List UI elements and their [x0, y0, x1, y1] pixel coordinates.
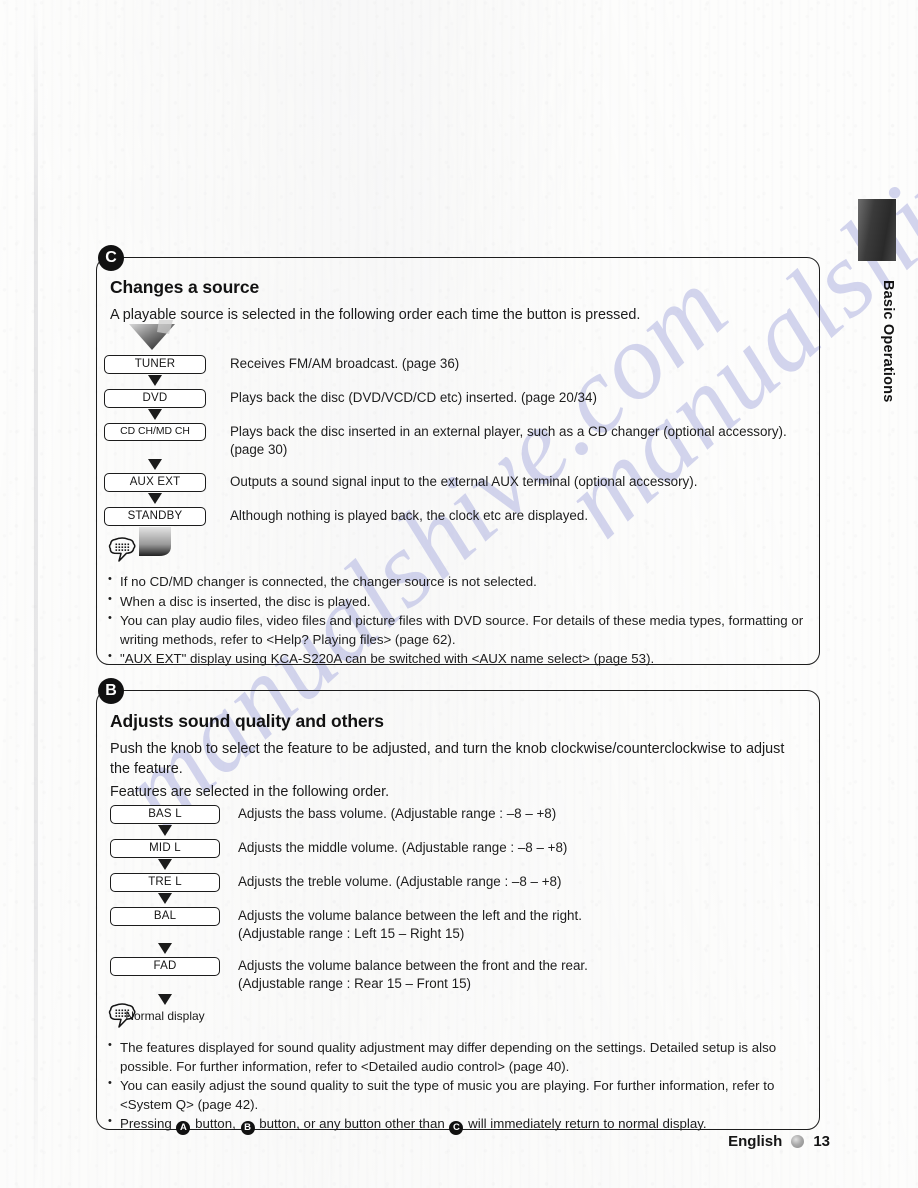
- note-item: If no CD/MD changer is connected, the ch…: [108, 572, 808, 592]
- flow-row: TRE L Adjusts the treble volume. (Adjust…: [110, 873, 588, 892]
- flow-desc-bal: Adjusts the volume balance between the l…: [238, 908, 582, 941]
- flow-desc-dvd: Plays back the disc (DVD/VCD/CD etc) ins…: [230, 390, 597, 405]
- note-bubble-icon: [108, 1002, 808, 1035]
- flow-chip-tuner: TUNER: [104, 355, 206, 374]
- flow-arrow-down: [104, 408, 206, 423]
- flow-arrow-down: [110, 892, 220, 907]
- flow-row: STANDBY Although nothing is played back,…: [104, 507, 795, 527]
- flow-desc-aux-ext: Outputs a sound signal input to the exte…: [230, 474, 698, 490]
- note-list: The features displayed for sound quality…: [108, 1038, 808, 1136]
- section-tab-label: Basic Operations: [880, 279, 896, 403]
- flow-chip-bal: BAL: [110, 907, 220, 926]
- flow-row: AUX EXT Outputs a sound signal input to …: [104, 473, 795, 493]
- flow-row: MID L Adjusts the middle volume. (Adjust…: [110, 839, 588, 858]
- flow-arrow-down: [110, 824, 220, 839]
- flow-desc-tre-l: Adjusts the treble volume. (Adjustable r…: [238, 874, 562, 889]
- section-b-lead-1: Push the knob to select the feature to b…: [110, 741, 785, 777]
- note-list: If no CD/MD changer is connected, the ch…: [108, 572, 808, 669]
- section-tab: Basic Operations: [858, 199, 896, 413]
- page-footer: English 13: [728, 1133, 830, 1150]
- flow-chip-dvd: DVD: [104, 389, 206, 408]
- flow-row: FAD Adjusts the volume balance between t…: [110, 957, 588, 992]
- note-bubble-icon: [108, 536, 808, 569]
- footer-page-number: 13: [813, 1133, 830, 1150]
- section-b-notes: The features displayed for sound quality…: [108, 1002, 808, 1136]
- section-c-title: Changes a source: [110, 277, 260, 297]
- flow-row: BAL Adjusts the volume balance between t…: [110, 907, 588, 942]
- section-b-header: Adjusts sound quality and others Push th…: [96, 697, 818, 805]
- flow-arrow-down: [104, 492, 206, 507]
- footer-language-label: English: [728, 1133, 783, 1150]
- note-item: You can play audio files, video files an…: [108, 611, 808, 649]
- flow-arrow-down: [110, 942, 220, 957]
- flow-desc-tuner: Receives FM/AM broadcast. (page 36): [230, 356, 460, 371]
- flow-desc-standby: Although nothing is played back, the clo…: [230, 508, 589, 524]
- flow-chip-standby: STANDBY: [104, 507, 206, 527]
- flow-arrow-down: [110, 858, 220, 873]
- note-item: When a disc is inserted, the disc is pla…: [108, 592, 808, 612]
- note-item: You can easily adjust the sound quality …: [108, 1076, 808, 1114]
- flow-chip-aux-ext: AUX EXT: [104, 473, 206, 493]
- inline-badge-c: C: [449, 1121, 464, 1136]
- note-text-part: Pressing: [120, 1116, 176, 1132]
- scan-artifact-line: [34, 0, 38, 1188]
- flow-row: BAS L Adjusts the bass volume. (Adjustab…: [110, 805, 588, 824]
- flow-arrow-down: [104, 458, 206, 473]
- inline-badge-b: B: [240, 1121, 255, 1136]
- note-text-part: button, or any button other than: [255, 1116, 449, 1132]
- flow-row: TUNER Receives FM/AM broadcast. (page 36…: [104, 355, 795, 374]
- flow-desc-cd-md-changer: Plays back the disc inserted in an exter…: [230, 424, 787, 457]
- note-item-buttons: Pressing A button, B button, or any butt…: [108, 1114, 808, 1136]
- flow-arrow-down: [104, 374, 206, 389]
- note-text-part: button,: [191, 1116, 240, 1132]
- note-item: The features displayed for sound quality…: [108, 1038, 808, 1076]
- flow-chip-bas-l: BAS L: [110, 805, 220, 824]
- flow-chip-tre-l: TRE L: [110, 873, 220, 892]
- flow-chip-fad: FAD: [110, 957, 220, 977]
- footer-dot-icon: [791, 1135, 805, 1148]
- flow-row: CD CH/MD CH Plays back the disc inserted…: [104, 423, 795, 458]
- inline-badge-a: A: [176, 1121, 191, 1136]
- flow-desc-mid-l: Adjusts the middle volume. (Adjustable r…: [238, 840, 568, 855]
- section-b-lead-2: Features are selected in the following o…: [110, 784, 390, 801]
- manual-page: manualshive.com manualshive.com Basic Op…: [0, 0, 918, 1188]
- section-tab-block: [858, 199, 896, 261]
- section-c-notes: If no CD/MD changer is connected, the ch…: [108, 536, 808, 670]
- source-flow-chart: TUNER Receives FM/AM broadcast. (page 36…: [104, 320, 795, 560]
- note-text-part: will immediately return to normal displa…: [464, 1116, 707, 1132]
- flow-desc-fad: Adjusts the volume balance between the f…: [238, 958, 588, 992]
- flow-desc-bas-l: Adjusts the bass volume. (Adjustable ran…: [238, 806, 557, 821]
- flow-row: DVD Plays back the disc (DVD/VCD/CD etc)…: [104, 389, 795, 408]
- flow-chip-mid-l: MID L: [110, 839, 220, 858]
- audio-feature-flow-chart: BAS L Adjusts the bass volume. (Adjustab…: [110, 805, 588, 1023]
- flow-chip-cd-md-changer: CD CH/MD CH: [104, 423, 206, 441]
- section-c-header: Changes a source A playable source is se…: [96, 263, 818, 328]
- flow-entry-arrow: [104, 320, 206, 354]
- section-b-title: Adjusts sound quality and others: [110, 711, 384, 731]
- note-item: "AUX EXT" display using KCA-S220A can be…: [108, 649, 808, 669]
